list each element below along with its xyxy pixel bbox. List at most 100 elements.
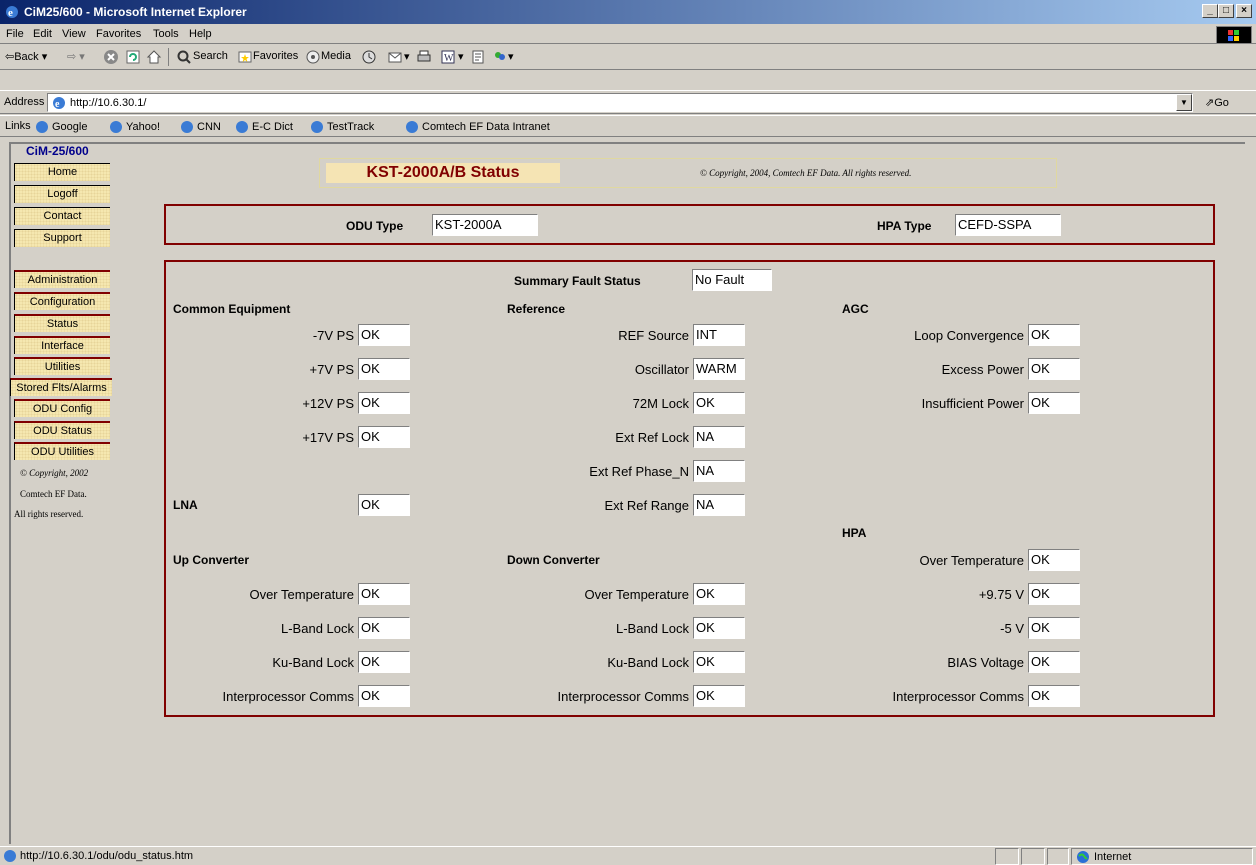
down-row-field[interactable]: OK xyxy=(693,583,745,605)
hpa-row-field[interactable]: OK xyxy=(1028,685,1080,707)
nav-administration[interactable]: Administration xyxy=(14,270,110,288)
common-row-field[interactable]: OK xyxy=(358,358,410,380)
reference-row-label: REF Source xyxy=(618,328,689,343)
nav-status[interactable]: Status xyxy=(14,314,110,332)
agc-row-label: Excess Power xyxy=(941,362,1024,377)
lna-label: LNA xyxy=(173,498,198,512)
nav-stored-faults-alarms[interactable]: Stored Flts/Alarms xyxy=(10,378,112,396)
common-row-label: +7V PS xyxy=(309,362,354,377)
menu-help[interactable]: Help xyxy=(189,28,212,40)
maximize-button[interactable]: □ xyxy=(1218,4,1234,18)
favorites-button-label[interactable]: Favorites xyxy=(253,50,298,62)
link-cnn[interactable]: CNN xyxy=(180,120,221,134)
hpa-type-field[interactable]: CEFD-SSPA xyxy=(955,214,1061,236)
favorites-icon[interactable] xyxy=(237,49,253,65)
nav-utilities[interactable]: Utilities xyxy=(14,357,110,375)
internet-explorer-icon: e xyxy=(6,6,18,19)
hpa-row-field[interactable]: OK xyxy=(1028,549,1080,571)
edit-icon[interactable]: W xyxy=(440,49,456,65)
common-row-field[interactable]: OK xyxy=(358,324,410,346)
nav-logoff[interactable]: Logoff xyxy=(14,185,110,203)
nav-interface[interactable]: Interface xyxy=(14,336,110,354)
hpa-row-label: -5 V xyxy=(1000,621,1024,636)
nav-odu-status[interactable]: ODU Status xyxy=(14,421,110,439)
down-row-label: Ku-Band Lock xyxy=(607,655,689,670)
home-icon[interactable] xyxy=(146,49,162,65)
reference-row-field[interactable]: NA xyxy=(693,494,745,516)
close-button[interactable]: × xyxy=(1236,4,1252,18)
up-row-field[interactable]: OK xyxy=(358,651,410,673)
hpa-row-field[interactable]: OK xyxy=(1028,617,1080,639)
reference-row-field[interactable]: INT xyxy=(693,324,745,346)
address-dropdown-button[interactable]: ▼ xyxy=(1176,94,1192,111)
link-testtrack[interactable]: TestTrack xyxy=(310,120,374,134)
menu-tools[interactable]: Tools xyxy=(153,28,179,40)
history-icon[interactable] xyxy=(361,49,377,65)
nav-configuration[interactable]: Configuration xyxy=(14,292,110,310)
header-copyright: © Copyright, 2004, Comtech EF Data. All … xyxy=(700,168,912,178)
agc-row-label: Insufficient Power xyxy=(921,396,1024,411)
agc-row-field[interactable]: OK xyxy=(1028,324,1080,346)
search-icon[interactable] xyxy=(176,49,192,65)
window-title-bar[interactable]: e CiM25/600 - Microsoft Internet Explore… xyxy=(0,0,1256,24)
media-button-label[interactable]: Media xyxy=(321,50,351,62)
down-row-field[interactable]: OK xyxy=(693,617,745,639)
minimize-button[interactable]: _ xyxy=(1202,4,1218,18)
reference-row-field[interactable]: NA xyxy=(693,426,745,448)
reference-row-field[interactable]: OK xyxy=(693,392,745,414)
mail-icon[interactable] xyxy=(388,49,404,65)
nav-home[interactable]: Home xyxy=(14,163,110,181)
go-button[interactable]: ⇗Go xyxy=(1205,96,1229,109)
hpa-row-label: Interprocessor Comms xyxy=(892,689,1024,704)
nav-contact[interactable]: Contact xyxy=(14,207,110,225)
forward-button[interactable]: ⇨ ▾ xyxy=(67,50,85,63)
up-row-field[interactable]: OK xyxy=(358,685,410,707)
down-row-field[interactable]: OK xyxy=(693,685,745,707)
messenger-dropdown[interactable]: ▾ xyxy=(508,50,514,63)
reference-row-field[interactable]: NA xyxy=(693,460,745,482)
media-icon[interactable] xyxy=(305,49,321,65)
link-google[interactable]: Google xyxy=(35,120,87,134)
discuss-icon[interactable] xyxy=(470,49,486,65)
down-row-field[interactable]: OK xyxy=(693,651,745,673)
address-input[interactable]: e http://10.6.30.1/ ▼ xyxy=(47,93,1193,112)
messenger-icon[interactable] xyxy=(492,49,508,65)
edit-dropdown[interactable]: ▾ xyxy=(458,50,464,63)
reference-row-field[interactable]: WARM xyxy=(693,358,745,380)
hpa-row-label: +9.75 V xyxy=(978,587,1024,602)
hpa-row-label: Over Temperature xyxy=(919,553,1024,568)
agc-row-field[interactable]: OK xyxy=(1028,392,1080,414)
nav-odu-config[interactable]: ODU Config xyxy=(14,399,110,417)
back-button[interactable]: ⇦Back ▾ xyxy=(5,50,47,63)
nav-odu-utilities[interactable]: ODU Utilities xyxy=(14,442,110,460)
hpa-row-field[interactable]: OK xyxy=(1028,583,1080,605)
summary-fault-field[interactable]: No Fault xyxy=(692,269,772,291)
menu-file[interactable]: File xyxy=(6,28,24,40)
refresh-icon[interactable] xyxy=(125,49,141,65)
common-row-field[interactable]: OK xyxy=(358,392,410,414)
common-row-field[interactable]: OK xyxy=(358,426,410,448)
link-comtech-intranet[interactable]: Comtech EF Data Intranet xyxy=(405,120,550,134)
mail-dropdown[interactable]: ▾ xyxy=(404,50,410,63)
status-pane xyxy=(1021,848,1045,865)
agc-row-field[interactable]: OK xyxy=(1028,358,1080,380)
menu-favorites[interactable]: Favorites xyxy=(96,28,141,40)
up-row-field[interactable]: OK xyxy=(358,617,410,639)
link-ec-dict[interactable]: E-C Dict xyxy=(235,120,293,134)
sidebar-copyright: © Copyright, 2002 xyxy=(20,468,89,478)
common-equipment-heading: Common Equipment xyxy=(173,302,291,316)
print-icon[interactable] xyxy=(416,49,432,65)
menu-bar: File Edit View Favorites Tools Help xyxy=(0,24,1256,44)
nav-support[interactable]: Support xyxy=(14,229,110,247)
hpa-row-field[interactable]: OK xyxy=(1028,651,1080,673)
link-yahoo[interactable]: Yahoo! xyxy=(109,120,160,134)
lna-field[interactable]: OK xyxy=(358,494,410,516)
menu-view[interactable]: View xyxy=(62,28,86,40)
menu-edit[interactable]: Edit xyxy=(33,28,52,40)
up-row-field[interactable]: OK xyxy=(358,583,410,605)
stop-icon[interactable] xyxy=(103,49,119,65)
odu-type-field[interactable]: KST-2000A xyxy=(432,214,538,236)
search-button-label[interactable]: Search xyxy=(193,50,228,62)
hpa-heading: HPA xyxy=(842,526,867,540)
security-zone: Internet xyxy=(1071,848,1253,865)
